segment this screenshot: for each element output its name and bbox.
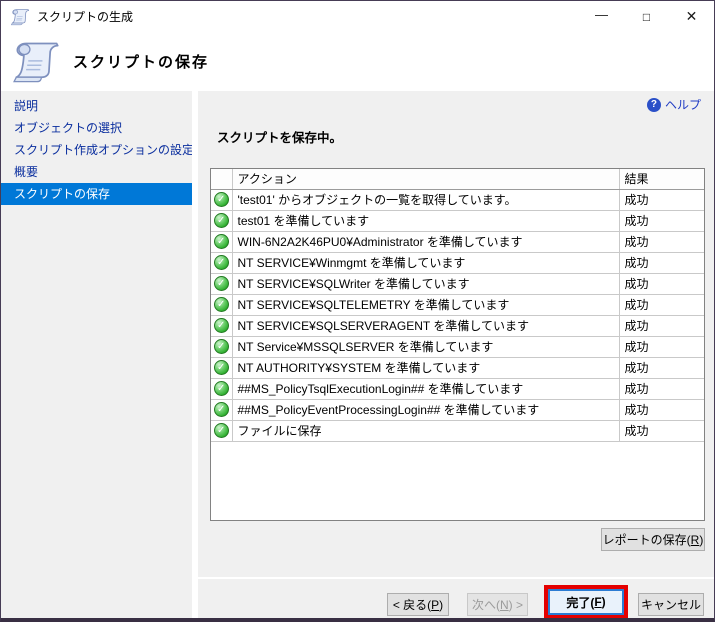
table-row: ✓ NT SERVICE¥Winmgmt を準備しています 成功: [211, 252, 704, 273]
status-icon-cell: ✓: [211, 399, 232, 420]
cancel-button[interactable]: キャンセル: [638, 593, 704, 616]
success-check-icon: ✓: [214, 192, 229, 207]
status-icon-cell: ✓: [211, 378, 232, 399]
save-report-button[interactable]: レポートの保存(R): [601, 528, 705, 551]
table-row: ✓ WIN-6N2A2K46PU0¥Administrator を準備しています…: [211, 231, 704, 252]
result-cell: 成功: [619, 252, 704, 273]
success-check-icon: ✓: [214, 297, 229, 312]
status-icon-cell: ✓: [211, 273, 232, 294]
wizard-body: 説明 オブジェクトの選択 スクリプト作成オプションの設定 概要 スクリプトの保存…: [1, 91, 714, 618]
status-icon-cell: ✓: [211, 231, 232, 252]
success-check-icon: ✓: [214, 255, 229, 270]
sidebar-item-choose-objects[interactable]: オブジェクトの選択: [1, 117, 192, 139]
success-check-icon: ✓: [214, 213, 229, 228]
wizard-header: スクリプトの保存: [1, 32, 714, 91]
action-column-header: アクション: [232, 169, 619, 189]
maximize-button[interactable]: □: [624, 1, 669, 32]
table-row: ✓ ファイルに保存 成功: [211, 420, 704, 441]
status-icon-cell: ✓: [211, 420, 232, 441]
scroll-icon: [11, 8, 30, 26]
next-button-disabled: 次へ(N) >: [467, 593, 528, 616]
success-check-icon: ✓: [214, 402, 229, 417]
result-cell: 成功: [619, 378, 704, 399]
window-title: スクリプトの生成: [37, 8, 579, 25]
status-icon-cell: ✓: [211, 336, 232, 357]
finish-button[interactable]: 完了(F): [548, 589, 624, 615]
table-header-row: アクション 結果: [211, 169, 704, 189]
success-check-icon: ✓: [214, 276, 229, 291]
action-cell: NT AUTHORITY¥SYSTEM を準備しています: [232, 357, 619, 378]
help-icon: ?: [647, 98, 661, 112]
page-title: スクリプトの保存: [73, 51, 209, 72]
success-check-icon: ✓: [214, 381, 229, 396]
action-cell: WIN-6N2A2K46PU0¥Administrator を準備しています: [232, 231, 619, 252]
result-cell: 成功: [619, 210, 704, 231]
action-cell: 'test01' からオブジェクトの一覧を取得しています。: [232, 189, 619, 210]
table-row: ✓ NT Service¥MSSQLSERVER を準備しています 成功: [211, 336, 704, 357]
success-check-icon: ✓: [214, 339, 229, 354]
sidebar-item-save-scripts[interactable]: スクリプトの保存: [1, 183, 192, 205]
result-cell: 成功: [619, 357, 704, 378]
progress-status-text: スクリプトを保存中。: [217, 127, 342, 146]
action-cell: NT SERVICE¥SQLSERVERAGENT を準備しています: [232, 315, 619, 336]
sidebar-item-scripting-options[interactable]: スクリプト作成オプションの設定: [1, 139, 192, 161]
action-cell: NT SERVICE¥SQLTELEMETRY を準備しています: [232, 294, 619, 315]
result-cell: 成功: [619, 273, 704, 294]
sidebar-item-summary[interactable]: 概要: [1, 161, 192, 183]
status-icon-cell: ✓: [211, 210, 232, 231]
scroll-icon: [13, 40, 61, 84]
action-cell: ファイルに保存: [232, 420, 619, 441]
status-icon-cell: ✓: [211, 357, 232, 378]
sidebar-item-introduction[interactable]: 説明: [1, 95, 192, 117]
minimize-button[interactable]: —: [579, 1, 624, 32]
result-cell: 成功: [619, 315, 704, 336]
result-column-header: 結果: [619, 169, 704, 189]
table-row: ✓ NT SERVICE¥SQLSERVERAGENT を準備しています 成功: [211, 315, 704, 336]
success-check-icon: ✓: [214, 234, 229, 249]
table-row: ✓ NT SERVICE¥SQLTELEMETRY を準備しています 成功: [211, 294, 704, 315]
action-cell: NT SERVICE¥SQLWriter を準備しています: [232, 273, 619, 294]
result-cell: 成功: [619, 420, 704, 441]
title-bar: スクリプトの生成 — □ ✕: [1, 1, 714, 32]
table-row: ✓ ##MS_PolicyEventProcessingLogin## を準備し…: [211, 399, 704, 420]
help-label: ヘルプ: [665, 96, 701, 113]
result-cell: 成功: [619, 231, 704, 252]
result-cell: 成功: [619, 294, 704, 315]
table-row: ✓ test01 を準備しています 成功: [211, 210, 704, 231]
action-cell: ##MS_PolicyTsqlExecutionLogin## を準備しています: [232, 378, 619, 399]
back-button[interactable]: < 戻る(P): [387, 593, 449, 616]
icon-column-header: [211, 169, 232, 189]
table-row: ✓ NT SERVICE¥SQLWriter を準備しています 成功: [211, 273, 704, 294]
action-cell: NT SERVICE¥Winmgmt を準備しています: [232, 252, 619, 273]
result-cell: 成功: [619, 189, 704, 210]
success-check-icon: ✓: [214, 423, 229, 438]
success-check-icon: ✓: [214, 360, 229, 375]
status-icon-cell: ✓: [211, 294, 232, 315]
result-cell: 成功: [619, 336, 704, 357]
help-link[interactable]: ? ヘルプ: [647, 96, 701, 113]
results-grid: アクション 結果 ✓ 'test01' からオブジェクトの一覧を取得しています。…: [210, 168, 705, 521]
success-check-icon: ✓: [214, 318, 229, 333]
status-icon-cell: ✓: [211, 315, 232, 336]
close-button[interactable]: ✕: [669, 1, 714, 32]
table-row: ✓ 'test01' からオブジェクトの一覧を取得しています。 成功: [211, 189, 704, 210]
finish-button-highlight: 完了(F): [544, 585, 628, 619]
result-cell: 成功: [619, 399, 704, 420]
action-cell: test01 を準備しています: [232, 210, 619, 231]
status-icon-cell: ✓: [211, 189, 232, 210]
action-cell: NT Service¥MSSQLSERVER を準備しています: [232, 336, 619, 357]
wizard-steps-sidebar: 説明 オブジェクトの選択 スクリプト作成オプションの設定 概要 スクリプトの保存: [1, 91, 192, 618]
main-pane: ? ヘルプ スクリプトを保存中。 アクション 結果 ✓ 'test01' からオ…: [198, 91, 714, 618]
table-row: ✓ NT AUTHORITY¥SYSTEM を準備しています 成功: [211, 357, 704, 378]
status-icon-cell: ✓: [211, 252, 232, 273]
generate-scripts-wizard-window: スクリプトの生成 — □ ✕ スクリプトの保存 説明 オブジェクトの選択 スクリ…: [0, 0, 715, 622]
action-cell: ##MS_PolicyEventProcessingLogin## を準備してい…: [232, 399, 619, 420]
footer-divider: [198, 577, 714, 579]
table-row: ✓ ##MS_PolicyTsqlExecutionLogin## を準備してい…: [211, 378, 704, 399]
